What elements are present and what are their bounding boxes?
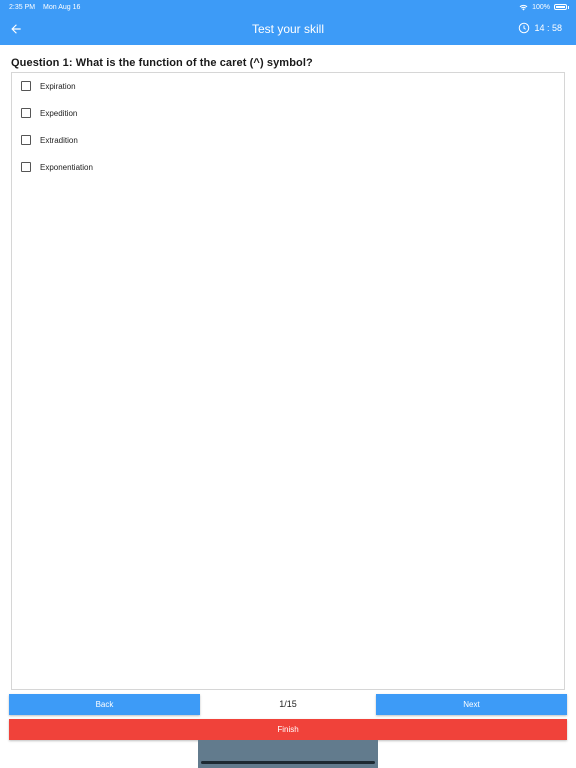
battery-percent: 100% [532, 3, 550, 11]
app-bar: Test your skill 14 : 58 [0, 14, 576, 45]
next-button[interactable]: Next [376, 694, 567, 715]
finish-button[interactable]: Finish [9, 719, 567, 740]
question-text: Question 1: What is the function of the … [11, 57, 313, 69]
option-extradition[interactable]: Extradition [21, 135, 78, 145]
checkbox[interactable] [21, 162, 31, 172]
status-time: 2:35 PM [9, 3, 36, 11]
timer: 14 : 58 [518, 22, 562, 34]
status-bar: 2:35 PM Mon Aug 16 100% [0, 0, 576, 14]
checkbox[interactable] [21, 108, 31, 118]
checkbox[interactable] [21, 81, 31, 91]
home-indicator [201, 761, 375, 764]
options-panel: Expiration Expedition Extradition Expone… [11, 72, 565, 690]
option-expedition[interactable]: Expedition [21, 108, 77, 118]
option-label: Extradition [40, 135, 78, 145]
page-title: Test your skill [251, 22, 325, 36]
back-button[interactable]: Back [9, 694, 200, 715]
page-indicator: 1/15 [279, 699, 297, 709]
wifi-icon [519, 4, 528, 10]
status-date: Mon Aug 16 [43, 3, 81, 11]
timer-value: 14 : 58 [534, 23, 562, 33]
status-left: 2:35 PM Mon Aug 16 [9, 4, 86, 11]
clock-icon [519, 22, 530, 34]
option-label: Expiration [40, 81, 76, 91]
option-label: Expedition [40, 108, 78, 118]
status-right: 100% [519, 3, 569, 11]
checkbox[interactable] [21, 135, 31, 145]
battery-icon [554, 4, 569, 10]
option-expiration[interactable]: Expiration [21, 81, 76, 91]
option-label: Exponentiation [40, 162, 93, 172]
option-exponentiation[interactable]: Exponentiation [21, 162, 93, 172]
